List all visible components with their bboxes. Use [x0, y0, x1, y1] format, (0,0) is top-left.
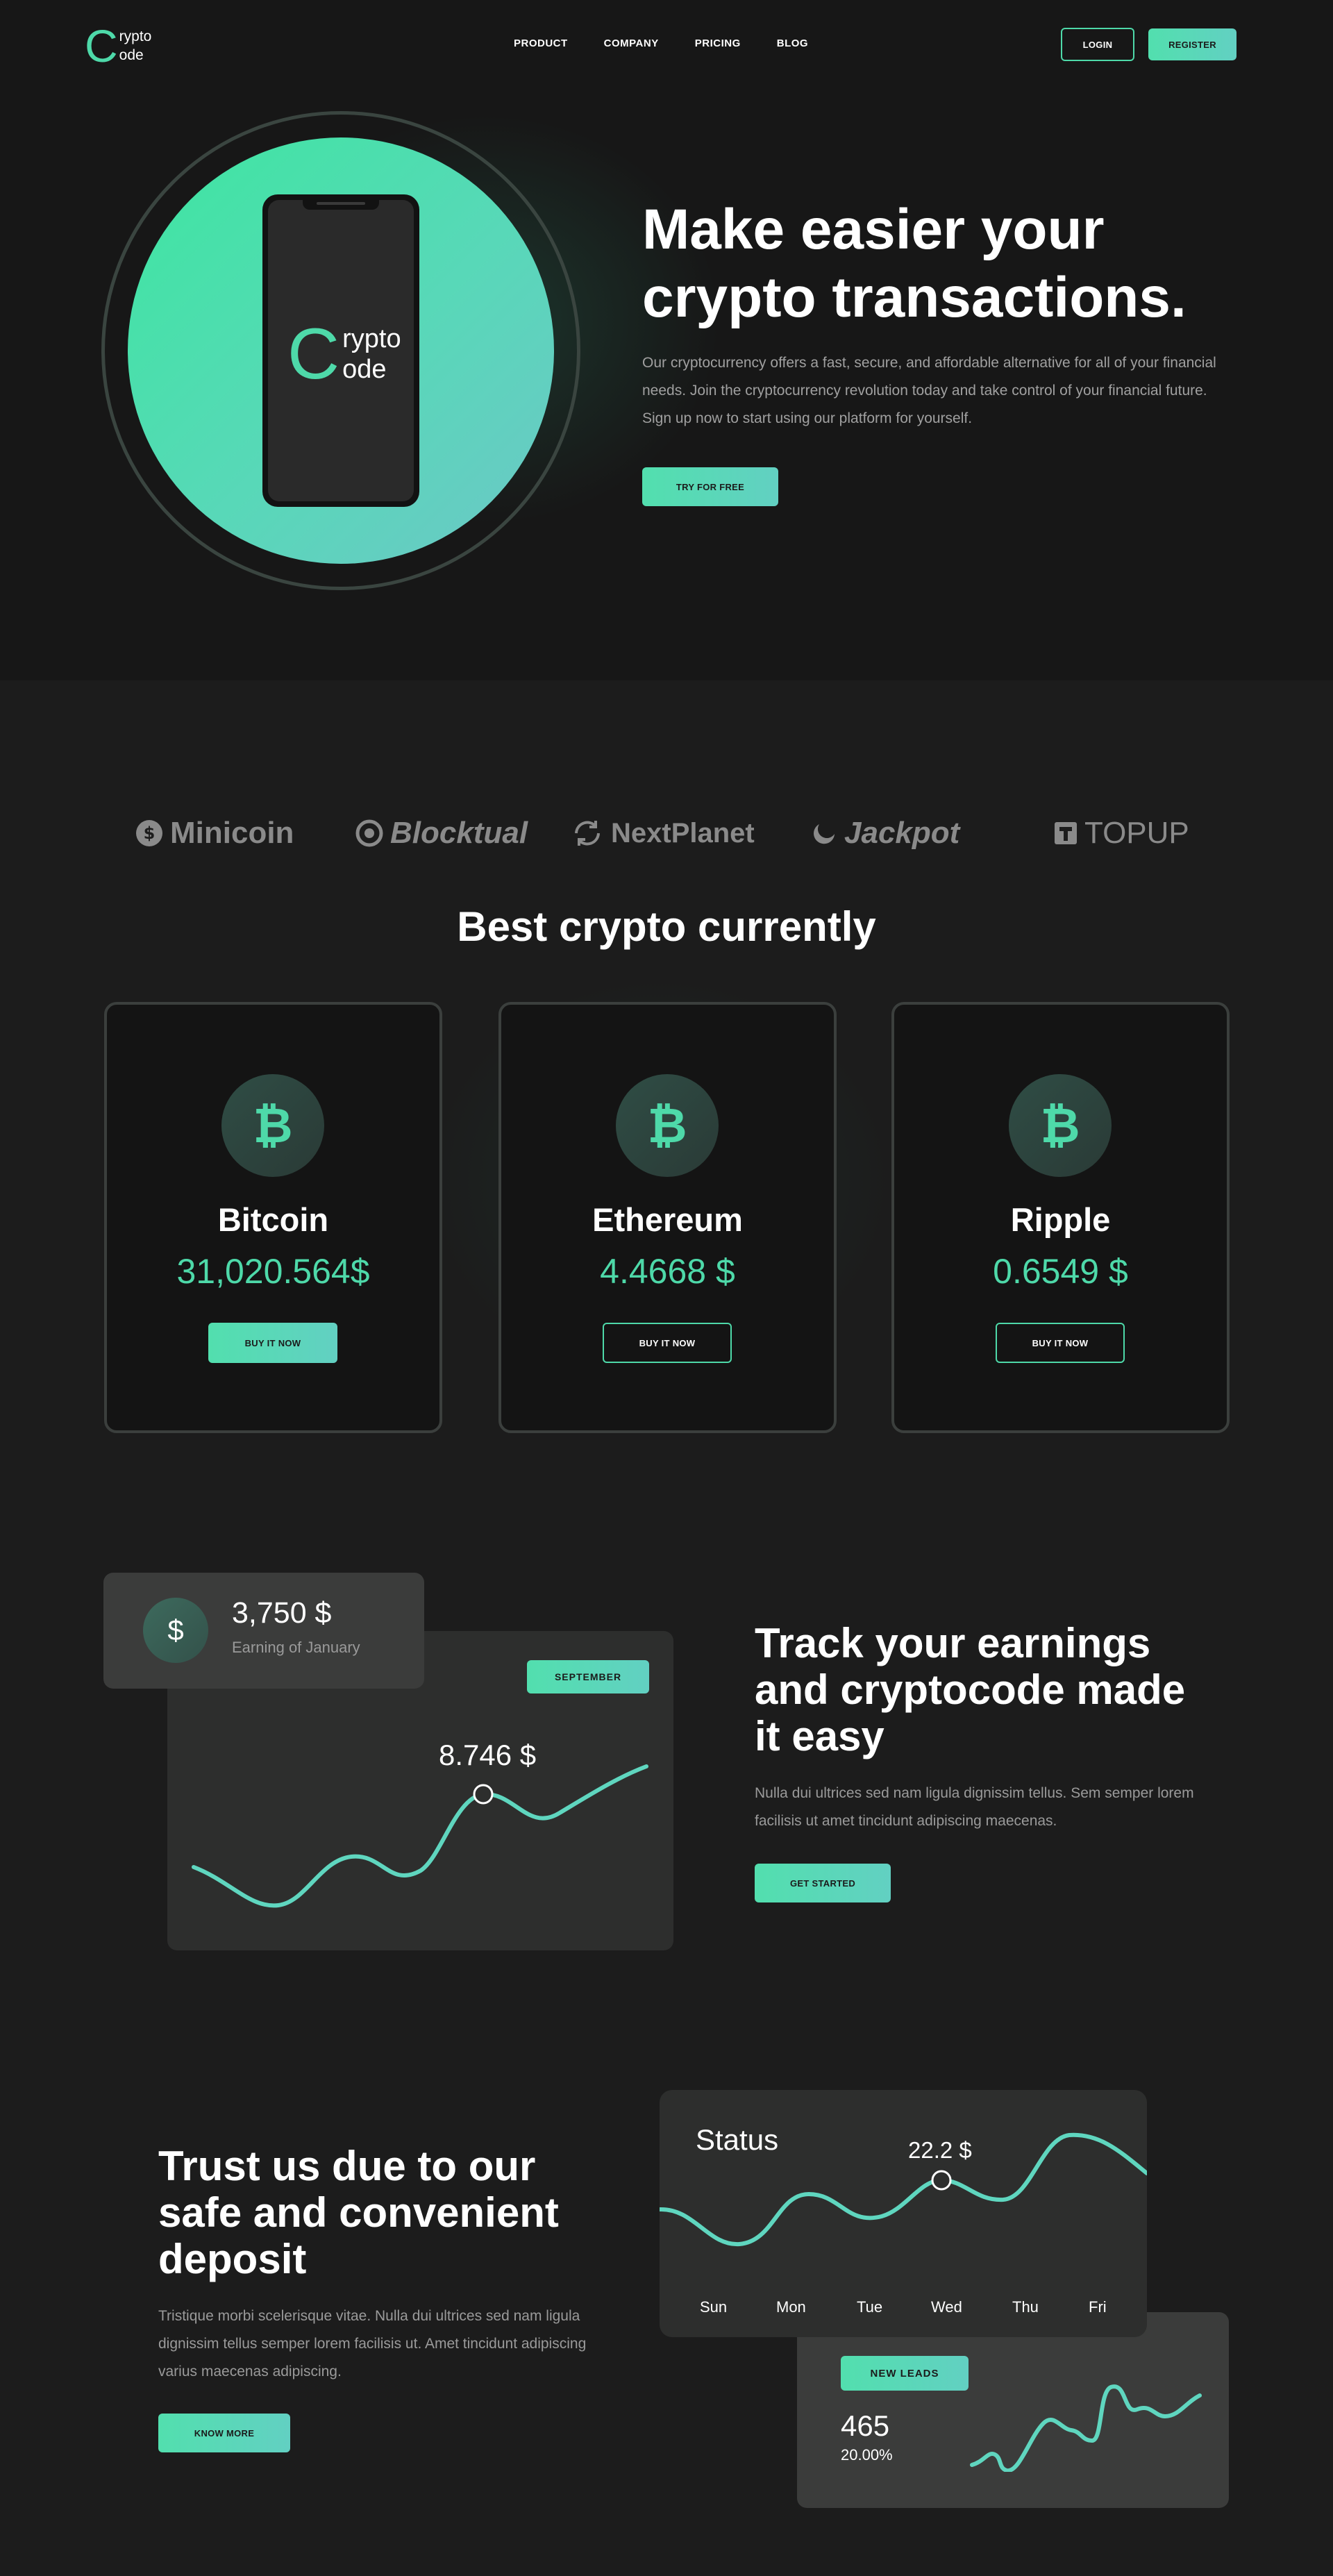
day-label: Fri — [1089, 2298, 1107, 2316]
earning-label: Earning of January — [232, 1639, 360, 1656]
status-chart-card: Status 22.2 $ Sun Mon Tue Wed Thu Fri — [660, 2090, 1147, 2337]
phone-logo: C rypto ode — [287, 318, 401, 390]
partner-jackpot: Jackpot — [814, 812, 959, 854]
day-label: Mon — [776, 2298, 806, 2316]
earnings-line — [192, 1764, 648, 1908]
crypto-name: Ripple — [1010, 1201, 1111, 1238]
bitcoin-icon: ₿ — [221, 1074, 324, 1177]
coin-glyph: ₿ — [647, 1097, 687, 1154]
earning-summary-card: $ 3,750 $ Earning of January — [103, 1573, 424, 1689]
new-leads-tag[interactable]: NEW LEADS — [841, 2356, 969, 2391]
crypto-card: ₿ Ethereum 4.4668 $ BUY IT NOW — [498, 1002, 837, 1433]
nav-blog[interactable]: BLOG — [777, 37, 808, 49]
phone-screen: C rypto ode — [268, 200, 414, 501]
partner-minicoin: $ Minicoin — [135, 812, 294, 854]
new-leads-card: NEW LEADS 465 20.00% — [797, 2312, 1229, 2508]
partner-blocktual: Blocktual — [355, 812, 528, 854]
status-point-marker — [931, 2170, 952, 2191]
trust-title: Trust us due to our safe and convenient … — [158, 2143, 644, 2282]
partner-name: Jackpot — [844, 816, 960, 850]
crypto-name: Ethereum — [592, 1201, 743, 1238]
partner-name: NextPlanet — [611, 817, 755, 848]
partner-name: TOPUP — [1084, 816, 1189, 850]
phone-speaker — [317, 202, 365, 205]
nav-product[interactable]: PRODUCT — [514, 37, 568, 49]
coin-glyph: ₿ — [253, 1097, 293, 1154]
hero-title-line-1: Make easier your — [642, 198, 1105, 261]
partner-topup: TOPUP — [1054, 812, 1189, 854]
partner-name: Blocktual — [390, 816, 528, 850]
chart-point-label: 8.746 $ — [439, 1739, 537, 1771]
earnings-title: Track your earnings and cryptocode made … — [755, 1620, 1282, 1759]
trust-title-line-3: deposit — [158, 2236, 307, 2282]
logo-line-2: ode — [119, 47, 144, 63]
refresh-icon — [575, 821, 600, 846]
nav-pricing[interactable]: PRICING — [695, 37, 741, 49]
earnings-description: Nulla dui ultrices sed nam ligula dignis… — [755, 1785, 1194, 1829]
register-button[interactable]: REGISTER — [1148, 28, 1236, 60]
get-started-button[interactable]: GET STARTED — [755, 1864, 891, 1902]
earnings-title-line-2: and cryptocode made — [755, 1666, 1186, 1713]
nav-company[interactable]: COMPANY — [604, 37, 659, 49]
trust-description: Tristique morbi scelerisque vitae. Nulla… — [158, 2308, 587, 2380]
leads-value: 465 — [841, 2409, 890, 2442]
leads-line-chart — [970, 2384, 1202, 2472]
day-label: Tue — [857, 2298, 883, 2316]
partner-name: Minicoin — [170, 816, 294, 850]
crypto-name: Bitcoin — [217, 1201, 329, 1238]
status-line-chart — [660, 2132, 1147, 2247]
blocktual-icon — [355, 819, 383, 847]
trust-title-line-1: Trust us due to our — [158, 2143, 536, 2189]
svg-text:$: $ — [144, 823, 156, 843]
know-more-button[interactable]: KNOW MORE — [158, 2414, 290, 2452]
phone-mockup: C rypto ode — [262, 194, 419, 507]
chart-point-marker — [473, 1784, 494, 1805]
logo-letter: C — [85, 20, 118, 72]
crypto-card: ₿ Ripple 0.6549 $ BUY IT NOW — [891, 1002, 1230, 1433]
crypto-price: 31,020.564$ — [176, 1252, 370, 1291]
status-point-label: 22.2 $ — [908, 2137, 972, 2163]
bitcoin-icon: ₿ — [616, 1074, 719, 1177]
logo-wordmark: rypto ode — [119, 27, 152, 65]
best-crypto-title: Best crypto currently — [457, 903, 876, 950]
hero-title-line-2: crypto transactions. — [642, 266, 1187, 329]
leads-percent: 20.00% — [841, 2446, 893, 2464]
earnings-title-line-1: Track your earnings — [755, 1620, 1151, 1666]
buy-it-now-button[interactable]: BUY IT NOW — [208, 1323, 337, 1363]
dollar-icon: $ — [143, 1598, 208, 1663]
login-button[interactable]: LOGIN — [1061, 28, 1134, 61]
phone-logo-wordmark: rypto ode — [342, 324, 401, 385]
site-logo[interactable]: C rypto ode — [85, 20, 152, 72]
logo-line-1: rypto — [119, 28, 152, 44]
minicoin-icon: $ — [136, 820, 162, 846]
day-label: Wed — [931, 2298, 962, 2316]
main-nav: PRODUCT COMPANY PRICING BLOG — [514, 37, 808, 49]
day-label: Sun — [700, 2298, 728, 2316]
buy-it-now-button[interactable]: BUY IT NOW — [996, 1323, 1125, 1363]
status-line — [660, 2132, 1147, 2247]
phone-logo-line-2: ode — [342, 355, 387, 384]
crypto-price: 0.6549 $ — [993, 1252, 1128, 1291]
bitcoin-icon: ₿ — [1009, 1074, 1112, 1177]
coin-glyph: ₿ — [1040, 1097, 1080, 1154]
hero-description: Our cryptocurrency offers a fast, secure… — [642, 355, 1216, 426]
dollar-glyph: $ — [167, 1614, 184, 1646]
partner-nextplanet: NextPlanet — [571, 812, 755, 854]
phone-logo-letter: C — [287, 314, 340, 394]
earnings-title-line-3: it easy — [755, 1713, 885, 1759]
day-label: Thu — [1012, 2298, 1039, 2316]
crypto-card: ₿ Bitcoin 31,020.564$ BUY IT NOW — [104, 1002, 442, 1433]
leads-line — [970, 2384, 1202, 2472]
phone-logo-line-1: rypto — [342, 324, 401, 353]
earning-amount: 3,750 $ — [232, 1596, 332, 1630]
crypto-price: 4.4668 $ — [600, 1252, 735, 1291]
try-for-free-button[interactable]: TRY FOR FREE — [642, 467, 778, 506]
trust-title-line-2: safe and convenient — [158, 2189, 559, 2236]
hero-title: Make easier your crypto transactions. — [642, 196, 1267, 332]
moon-icon — [814, 824, 835, 844]
topup-icon — [1055, 822, 1077, 844]
buy-it-now-button[interactable]: BUY IT NOW — [603, 1323, 732, 1363]
